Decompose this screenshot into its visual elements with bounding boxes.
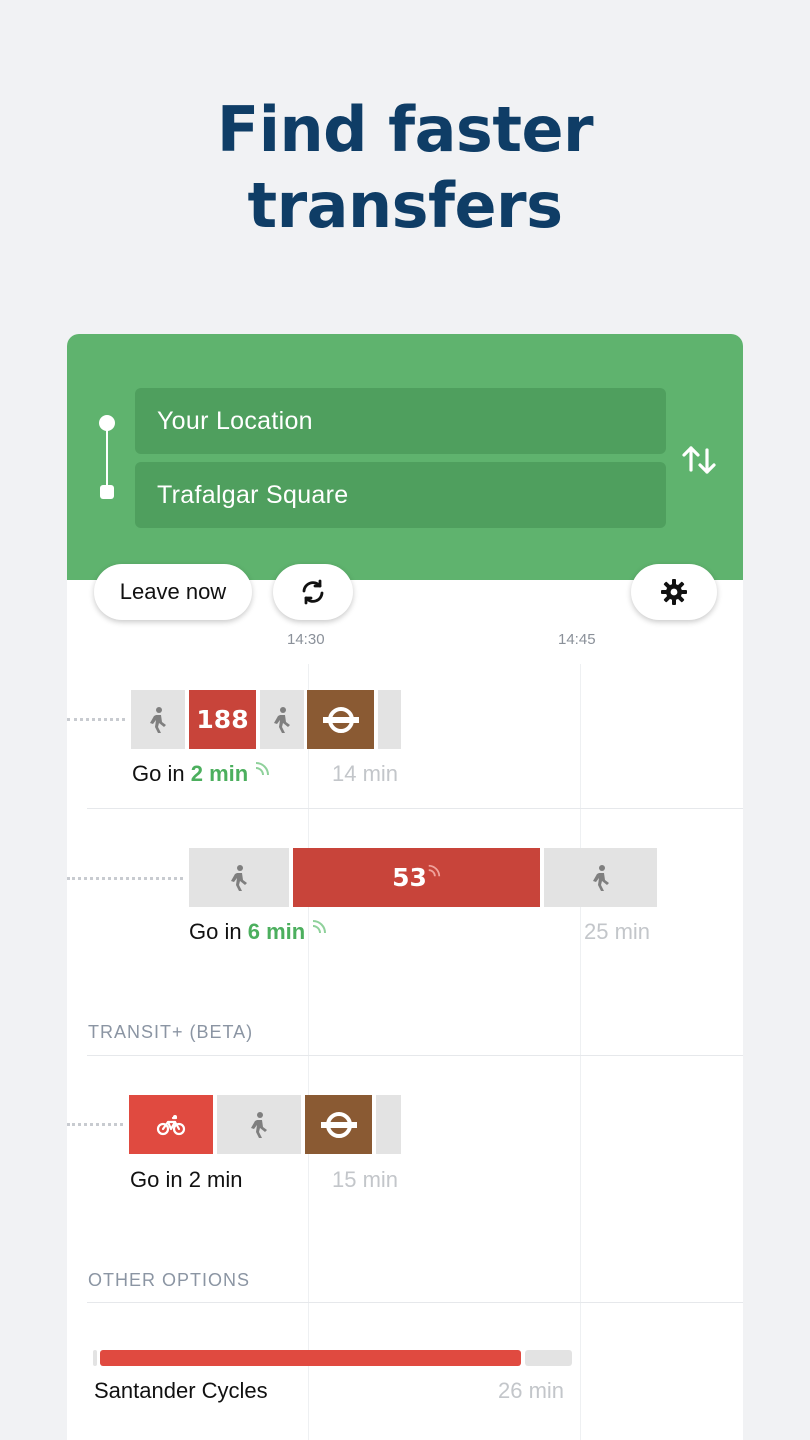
transit-plus-label: TRANSIT+ (BETA) [88, 1022, 254, 1042]
tail-segment [378, 690, 401, 749]
timeline-gridline [308, 664, 309, 1440]
departure-time: Go in 2 min [130, 1167, 243, 1192]
trip-duration: 26 min [498, 1378, 565, 1403]
gear-icon [661, 579, 687, 605]
headline: Find faster transfers [0, 92, 810, 244]
divider [87, 1055, 743, 1056]
realtime-signal-icon [428, 864, 441, 876]
realtime-signal-icon [256, 762, 270, 776]
bar-start [93, 1350, 97, 1366]
bus-number: 53 [392, 863, 427, 892]
route-connector [106, 424, 108, 494]
bus-segment: 53 [293, 848, 540, 907]
realtime-signal-icon [313, 920, 327, 934]
time-tick-1430: 14:30 [287, 631, 325, 648]
cycle-bar [100, 1350, 521, 1366]
leave-now-button[interactable]: Leave now [94, 564, 252, 620]
headline-line-2: transfers [247, 169, 563, 242]
walk-segment [189, 848, 289, 907]
tail-segment [376, 1095, 401, 1154]
bus-segment: 188 [189, 690, 256, 749]
tube-segment [307, 690, 374, 749]
go-prefix: Go in [189, 919, 242, 944]
route-leadin [67, 877, 183, 880]
time-tick-1445: 14:45 [558, 631, 596, 648]
walk-segment [131, 690, 185, 749]
walk-icon [231, 864, 247, 891]
underground-roundel-icon [322, 706, 359, 733]
swap-arrows-icon[interactable] [677, 438, 723, 484]
route-leadin [67, 718, 125, 721]
trip-duration: 15 min [332, 1167, 399, 1192]
settings-button[interactable] [631, 564, 717, 620]
departure-time: Go in 6 min [189, 919, 327, 945]
divider [87, 1302, 743, 1303]
go-minutes: 6 min [247, 919, 306, 944]
destination-field[interactable]: Trafalgar Square [135, 462, 666, 528]
destination-marker-icon [100, 485, 114, 499]
trip-planner-card: Your Location Trafalgar Square Leave now [67, 334, 743, 1440]
option-name: Santander Cycles [94, 1378, 268, 1403]
refresh-icon [302, 579, 324, 605]
walk-segment [217, 1095, 301, 1154]
other-options-label: OTHER OPTIONS [88, 1270, 251, 1290]
divider [87, 808, 743, 809]
cycle-segment [129, 1095, 213, 1154]
go-minutes: 2 min [190, 761, 249, 786]
walk-icon [150, 706, 166, 733]
route-leadin [67, 1123, 123, 1126]
origin-marker-icon [99, 415, 115, 431]
walk-icon [274, 706, 290, 733]
trip-duration: 25 min [584, 919, 651, 944]
tube-segment [305, 1095, 372, 1154]
walk-segment [544, 848, 657, 907]
trip-header: Your Location Trafalgar Square [67, 334, 743, 580]
timeline-gridline [580, 664, 581, 1440]
departure-time: Go in 2 min [132, 761, 270, 787]
origin-field[interactable]: Your Location [135, 388, 666, 454]
walk-bar [525, 1350, 572, 1366]
underground-roundel-icon [320, 1111, 357, 1138]
refresh-button[interactable] [273, 564, 353, 620]
walk-icon [592, 864, 609, 891]
headline-line-1: Find faster [216, 93, 594, 166]
go-prefix: Go in [132, 761, 185, 786]
trip-duration: 14 min [332, 761, 399, 786]
walk-segment [260, 690, 304, 749]
walk-icon [251, 1111, 267, 1138]
bicycle-icon [156, 1114, 186, 1135]
